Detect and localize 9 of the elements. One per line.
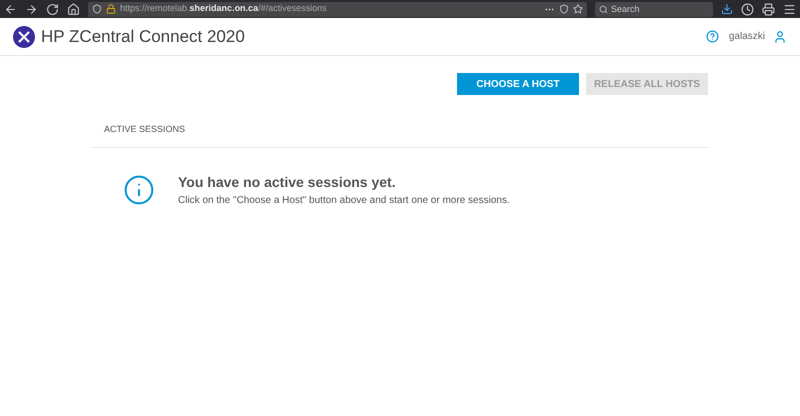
empty-title: You have no active sessions yet.: [178, 173, 397, 192]
action-button[interactable]: CHOOSE A HOST: [457, 73, 579, 95]
url-text: https://remotelab.sheridanc.on.ca/#/activesessions: [120, 2, 327, 16]
app-title: HP ZCentral Connect 2020: [41, 26, 245, 48]
search-field[interactable]: Search: [595, 2, 713, 16]
empty-message: Click on the "Choose a Host" button above and start one or more sessions.: [178, 194, 510, 208]
section-title: ACTIVE SESSIONS: [104, 124, 186, 134]
user-name[interactable]: galaszki: [728, 29, 765, 44]
address-bar[interactable]: https://remotelab.sheridanc.on.ca/#/activesessions: [88, 2, 587, 16]
